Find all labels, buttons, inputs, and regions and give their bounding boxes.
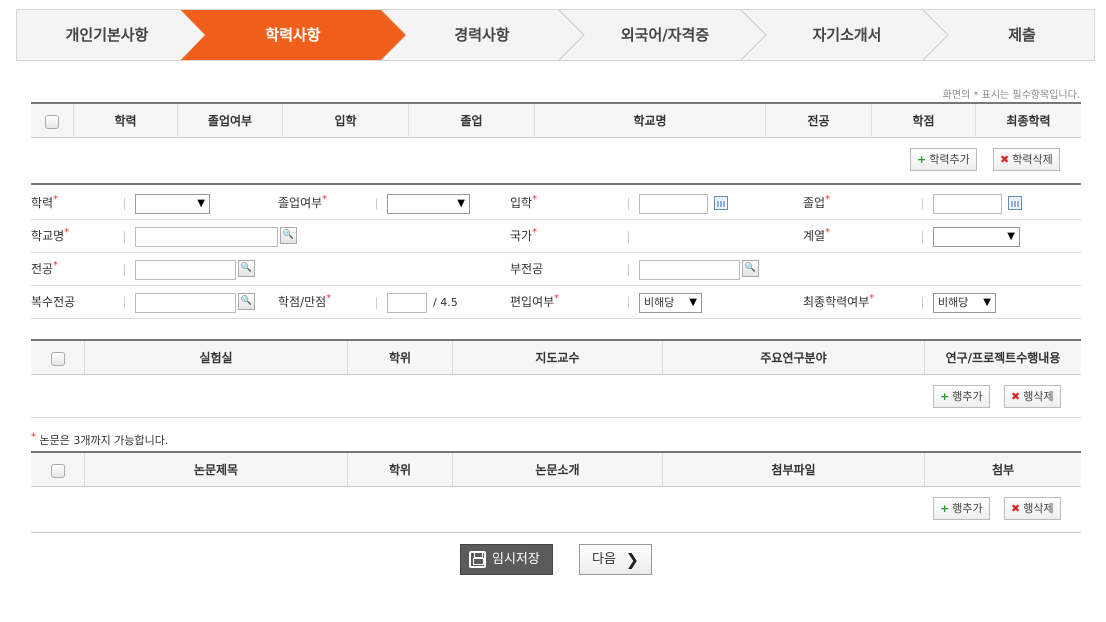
admission-label: 입학* bbox=[510, 194, 538, 211]
degree-label: 학력* bbox=[31, 194, 59, 211]
step-self-intro[interactable]: 자기소개서 bbox=[767, 10, 927, 60]
gpa-label: 학점/만점* bbox=[278, 293, 332, 310]
search-icon[interactable]: 🔍 bbox=[280, 227, 297, 244]
add-lab-row-button[interactable]: + 행추가 bbox=[933, 385, 990, 408]
field-select[interactable]: ▼ bbox=[933, 227, 1020, 247]
column-header: 최종학력 bbox=[1006, 114, 1051, 128]
thesis-table-header: 논문제목 학위 논문소개 첨부파일 첨부 bbox=[31, 451, 1081, 487]
column-header: 졸업여부 bbox=[178, 104, 283, 138]
transfer-label: 편입여부* bbox=[510, 293, 560, 310]
country-label: 국가* bbox=[510, 227, 538, 244]
column-header: 입학 bbox=[283, 104, 409, 138]
close-icon: ✖ bbox=[1011, 502, 1021, 515]
select-all-cell bbox=[31, 341, 85, 375]
column-header: 학위 bbox=[348, 453, 453, 487]
calendar-icon[interactable] bbox=[714, 196, 728, 210]
select-all-cell bbox=[31, 453, 85, 487]
graduation-label: 졸업여부* bbox=[278, 194, 328, 211]
select-all-checkbox[interactable] bbox=[50, 351, 65, 366]
step-active-left-edge bbox=[181, 10, 207, 60]
double-major-label: 복수전공 bbox=[31, 295, 76, 309]
select-all-checkbox[interactable] bbox=[50, 463, 65, 478]
school-input[interactable] bbox=[135, 227, 278, 247]
major-input[interactable] bbox=[135, 260, 236, 280]
delete-education-button[interactable]: ✖ 학력삭제 bbox=[993, 148, 1060, 171]
education-form: 학력* ▼ 졸업여부* ▼ 입학* 졸업* 학교명* 🔍 국가* 계열* ▼ 전… bbox=[31, 183, 1081, 319]
search-icon[interactable]: 🔍 bbox=[742, 260, 759, 277]
education-table-header: 학력 졸업여부 입학 졸업 학교명 전공 학점 최종학력 bbox=[31, 102, 1081, 138]
form-row: 학교명* 🔍 국가* 계열* ▼ bbox=[31, 220, 1081, 253]
form-row: 전공* 🔍 부전공 🔍 bbox=[31, 253, 1081, 286]
step-separator bbox=[741, 10, 767, 60]
field-label: 계열* bbox=[803, 227, 831, 244]
column-header: 논문제목 bbox=[85, 453, 348, 487]
plus-icon: + bbox=[940, 502, 950, 515]
column-header: 전공 bbox=[766, 104, 872, 138]
step-personal-info[interactable]: 개인기본사항 bbox=[17, 10, 197, 60]
close-icon: ✖ bbox=[1011, 390, 1021, 403]
step-separator bbox=[559, 10, 585, 60]
column-header: 학교명 bbox=[535, 104, 766, 138]
select-all-cell bbox=[31, 104, 74, 138]
lab-table-header: 실험실 학위 지도교수 주요연구분야 연구/프로젝트수행내용 bbox=[31, 339, 1081, 375]
column-header: 학점 bbox=[872, 104, 976, 138]
double-major-input[interactable] bbox=[135, 293, 236, 313]
select-all-checkbox[interactable] bbox=[45, 114, 59, 129]
step-career[interactable]: 경력사항 bbox=[406, 10, 558, 60]
major-label: 전공* bbox=[31, 260, 59, 277]
step-education[interactable]: 학력사항 bbox=[205, 10, 381, 60]
graduation-date-input[interactable] bbox=[933, 194, 1002, 214]
column-header: 지도교수 bbox=[453, 341, 663, 375]
close-icon: ✖ bbox=[1000, 153, 1010, 166]
active-step-arrow bbox=[381, 10, 406, 60]
column-header: 논문소개 bbox=[453, 453, 663, 487]
step-separator bbox=[923, 10, 949, 60]
form-row: 복수전공 🔍 학점/만점* / 4.5 편입여부* 비해당 ▼ 최종학력여부* 비… bbox=[31, 286, 1081, 319]
graduation-select[interactable]: ▼ bbox=[387, 194, 470, 214]
temp-save-button[interactable]: 임시저장 bbox=[460, 544, 553, 575]
column-header: 실험실 bbox=[85, 341, 348, 375]
final-education-label: 최종학력여부* bbox=[803, 293, 875, 310]
required-note: 화면의 * 표시는 필수항목입니다. bbox=[942, 90, 1080, 101]
plus-icon: + bbox=[917, 153, 927, 166]
transfer-select[interactable]: 비해당 ▼ bbox=[639, 293, 702, 313]
thesis-note: * 논문은 3개까지 가능합니다. bbox=[31, 431, 169, 447]
step-submit[interactable]: 제출 bbox=[949, 10, 1095, 60]
column-header: 연구/프로젝트수행내용 bbox=[945, 351, 1061, 365]
minor-label: 부전공 bbox=[510, 262, 544, 276]
search-icon[interactable]: 🔍 bbox=[238, 293, 255, 310]
chevron-down-icon: ▼ bbox=[983, 297, 991, 308]
delete-thesis-row-button[interactable]: ✖ 행삭제 bbox=[1004, 497, 1061, 520]
chevron-right-icon: ❯ bbox=[625, 550, 639, 569]
school-label: 학교명* bbox=[31, 227, 70, 244]
final-education-select[interactable]: 비해당 ▼ bbox=[933, 293, 996, 313]
column-header: 졸업 bbox=[409, 104, 535, 138]
chevron-down-icon: ▼ bbox=[457, 198, 465, 209]
gpa-input[interactable] bbox=[387, 293, 427, 313]
step-language-cert[interactable]: 외국어/자격증 bbox=[585, 10, 745, 60]
column-header: 주요연구분야 bbox=[663, 341, 925, 375]
form-row: 학력* ▼ 졸업여부* ▼ 입학* 졸업* bbox=[31, 187, 1081, 220]
step-navigation: 개인기본사항 학력사항 경력사항 외국어/자격증 자기소개서 제출 bbox=[16, 9, 1095, 61]
column-header: 첨부파일 bbox=[663, 453, 925, 487]
chevron-down-icon: ▼ bbox=[197, 198, 205, 209]
add-education-button[interactable]: + 학력추가 bbox=[910, 148, 977, 171]
column-header: 학위 bbox=[348, 341, 453, 375]
graduation-date-label: 졸업* bbox=[803, 194, 831, 211]
delete-lab-row-button[interactable]: ✖ 행삭제 bbox=[1004, 385, 1061, 408]
admission-date-input[interactable] bbox=[639, 194, 708, 214]
chevron-down-icon: ▼ bbox=[1007, 231, 1015, 242]
next-button[interactable]: 다음 ❯ bbox=[579, 544, 652, 575]
minor-input[interactable] bbox=[639, 260, 740, 280]
save-icon bbox=[469, 551, 486, 568]
chevron-down-icon: ▼ bbox=[689, 297, 697, 308]
calendar-icon[interactable] bbox=[1008, 196, 1022, 210]
degree-select[interactable]: ▼ bbox=[135, 194, 210, 214]
plus-icon: + bbox=[940, 390, 950, 403]
gpa-max: / 4.5 bbox=[433, 296, 458, 309]
column-header: 첨부 bbox=[991, 463, 1015, 477]
add-thesis-row-button[interactable]: + 행추가 bbox=[933, 497, 990, 520]
column-header: 학력 bbox=[74, 104, 178, 138]
search-icon[interactable]: 🔍 bbox=[238, 260, 255, 277]
